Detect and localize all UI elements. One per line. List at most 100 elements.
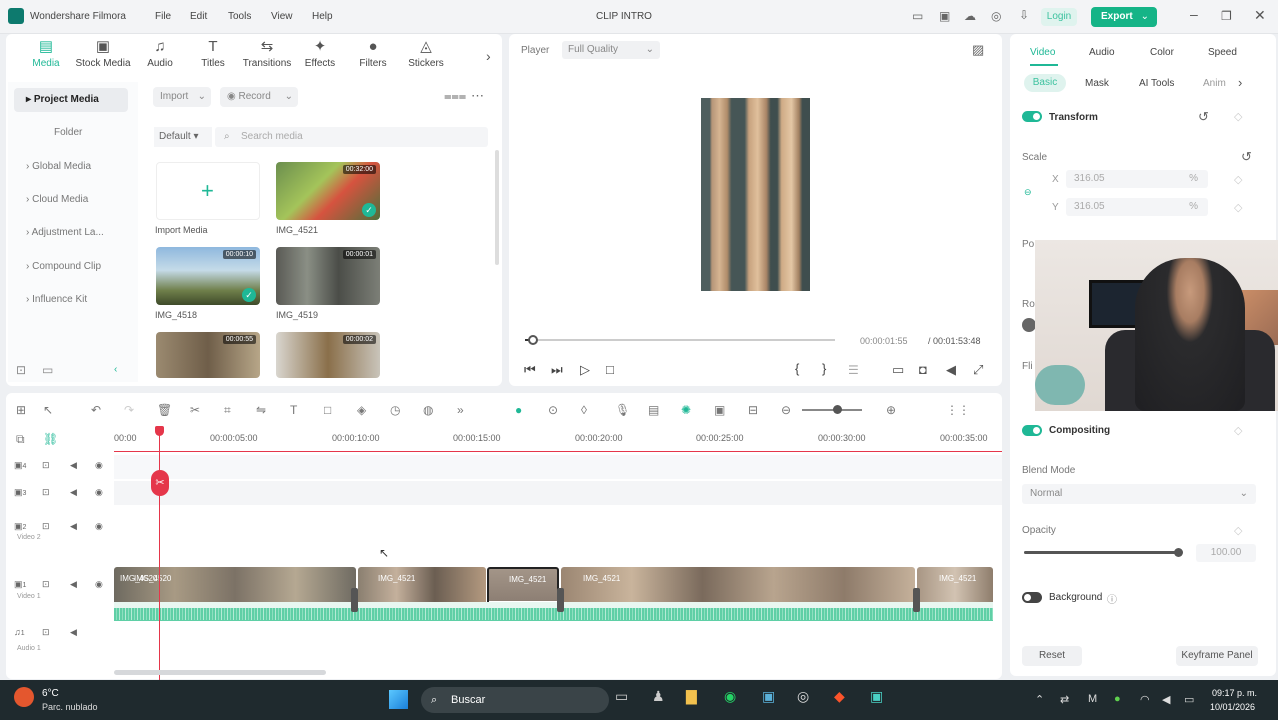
menu-edit[interactable]: Edit (190, 11, 207, 22)
task-view-icon[interactable]: ▭ (615, 688, 628, 705)
sidebar-item-global-media[interactable]: › Global Media (14, 155, 128, 179)
text-icon[interactable]: T (290, 403, 297, 417)
reset-icon[interactable]: ↺ (1198, 109, 1209, 125)
link-icon[interactable]: ⛓ (43, 432, 58, 446)
tab-stock-media[interactable]: ▣ Stock Media (75, 38, 131, 69)
sidebar-item-folder[interactable]: Folder (14, 121, 128, 145)
speaker-icon[interactable]: ◀ (70, 579, 77, 590)
tab-media[interactable]: ▤ Media (18, 38, 74, 69)
ai-icon[interactable]: ✺ (681, 403, 691, 417)
timeline-clip[interactable]: IMG_4521 (358, 567, 486, 602)
shield-icon[interactable]: ◊ (581, 403, 587, 417)
record-button[interactable]: ◉ Record ⌄ (220, 87, 298, 107)
background-toggle[interactable] (1022, 592, 1042, 603)
snapshot-icon[interactable]: ▨ (972, 42, 984, 58)
render-icon[interactable]: ● (515, 403, 522, 417)
scale-x-field[interactable]: 316.05% (1066, 170, 1208, 188)
clip-handle[interactable] (557, 588, 564, 612)
keyframe-icon[interactable]: ◇ (1234, 424, 1242, 437)
grid-icon[interactable]: ⋮⋮ (946, 403, 970, 417)
fullscreen-icon[interactable]: ⤢ (973, 362, 983, 378)
menu-view[interactable]: View (271, 11, 293, 22)
keyframe-icon[interactable]: ◇ (1234, 173, 1242, 186)
delete-icon[interactable]: 🗑 (157, 403, 172, 417)
tray-volume-icon[interactable]: ◀ (1162, 693, 1170, 706)
export-button[interactable]: Export ⌄ (1091, 7, 1157, 27)
keyframe-panel-button[interactable]: Keyframe Panel (1176, 646, 1258, 666)
lock-icon[interactable]: ⊡ (42, 579, 50, 590)
keyframe-icon[interactable]: ◇ (1234, 201, 1242, 214)
undo-icon[interactable]: ↶ (91, 403, 101, 417)
eye-icon[interactable]: ◉ (95, 487, 103, 498)
subtab-basic[interactable]: Basic (1024, 74, 1066, 92)
close-icon[interactable]: ✕ (1254, 7, 1266, 24)
scale-y-field[interactable]: 316.05% (1066, 198, 1208, 216)
tab-transitions[interactable]: ⇆ Transitions (239, 38, 295, 69)
timeline-clip[interactable]: IMG_4520 IMG_4520 (114, 567, 356, 602)
color-icon[interactable]: ◍ (423, 403, 433, 417)
mic-icon[interactable]: 🎙 (615, 403, 630, 417)
add-track-icon[interactable]: ⧉ (16, 432, 25, 447)
redo-icon[interactable]: ↷ (124, 403, 134, 417)
filmora-taskbar-icon[interactable]: ▣ (870, 688, 883, 705)
speaker-icon[interactable]: ◀ (70, 487, 77, 498)
media-thumb-img-4518[interactable]: 00:00:10 ✓ (156, 247, 260, 305)
weather-icon[interactable] (14, 687, 34, 707)
import-media-tile[interactable]: + (156, 162, 260, 220)
timeline-clip[interactable]: IMG_4521 (561, 567, 915, 602)
next-frame-icon[interactable]: ⏭ (551, 362, 563, 378)
mark-out-icon[interactable]: } (822, 361, 826, 376)
menu-help[interactable]: Help (312, 11, 333, 22)
timeline-scrollbar[interactable] (114, 670, 326, 675)
chevron-right-icon[interactable]: › (1238, 75, 1242, 90)
subtab-animation[interactable]: Anim (1203, 78, 1226, 89)
more-icon[interactable]: ⋯ (471, 88, 484, 104)
reset-icon[interactable]: ↺ (1241, 149, 1252, 165)
tray-wifi-icon[interactable]: ◠ (1140, 693, 1150, 706)
keyframe-icon[interactable]: ◇ (1234, 110, 1242, 123)
import-button[interactable]: Import ⌄ (153, 87, 211, 107)
timeline-clip[interactable]: IMG_4521 (917, 567, 993, 602)
reset-button[interactable]: Reset (1022, 646, 1082, 666)
tab-titles[interactable]: T Titles (185, 38, 241, 69)
file-explorer-icon[interactable]: ▇ (686, 688, 697, 705)
folder-icon[interactable]: ▭ (42, 363, 53, 377)
stop-icon[interactable]: □ (606, 362, 614, 377)
mark-in-icon[interactable]: { (795, 361, 799, 376)
tray-chevron-icon[interactable]: ⌃ (1035, 693, 1044, 706)
login-button[interactable]: Login (1041, 8, 1077, 26)
rotate-dial[interactable] (1022, 318, 1036, 332)
select-tool-icon[interactable]: ↖ (43, 403, 53, 417)
list-icon[interactable]: ☰ (848, 363, 859, 377)
sidebar-item-cloud-media[interactable]: › Cloud Media (14, 188, 128, 212)
chrome-icon[interactable]: ◎ (797, 688, 809, 705)
layout-icon[interactable]: ⊞ (16, 403, 26, 417)
tray-network-icon[interactable]: ⇄ (1060, 693, 1069, 706)
lock-icon[interactable]: ⊡ (42, 627, 50, 638)
tab-filters[interactable]: ● Filters (345, 38, 401, 69)
tray-mail-icon[interactable]: M (1088, 693, 1097, 705)
media-thumb-img-4519[interactable]: 00:00:01 (276, 247, 380, 305)
collapse-sidebar-icon[interactable]: ‹ (114, 364, 117, 375)
media-thumb[interactable]: 00:00:55 (156, 332, 260, 378)
quality-dropdown[interactable]: Full Quality ⌄ (562, 41, 660, 59)
camera-icon[interactable]: ◘ (919, 362, 927, 377)
figure-icon[interactable]: ♟ (652, 688, 665, 705)
tab-stickers[interactable]: ◬ Stickers (398, 38, 454, 69)
playhead-head[interactable] (155, 426, 164, 436)
cloud-icon[interactable]: ☁ (964, 9, 976, 23)
eye-icon[interactable]: ◉ (95, 521, 103, 532)
sidebar-item-adjustment-layer[interactable]: › Adjustment La... (14, 221, 128, 245)
sidebar-item-influence-kit[interactable]: › Influence Kit (14, 288, 128, 312)
tab-color[interactable]: Color (1150, 47, 1174, 58)
sidebar-item-project-media[interactable]: ▸ Project Media (14, 88, 128, 112)
time-ruler[interactable]: 00:00 00:00:05:00 00:00:10:00 00:00:15:0… (114, 430, 1002, 452)
zoom-handle[interactable] (833, 405, 842, 414)
help-icon[interactable]: ⓘ (1107, 591, 1117, 606)
minimize-icon[interactable]: – (1190, 6, 1198, 22)
opacity-slider[interactable] (1024, 551, 1178, 554)
search-input[interactable]: ⌕ Search media (215, 127, 488, 147)
voiceover-icon[interactable]: ▤ (648, 403, 659, 417)
terminal-icon[interactable]: ▣ (762, 688, 775, 705)
tab-effects[interactable]: ✦ Effects (292, 38, 348, 69)
